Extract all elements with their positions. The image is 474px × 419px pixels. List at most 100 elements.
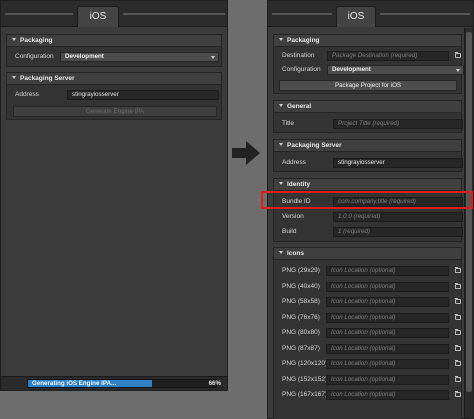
configuration-row: Configuration Development bbox=[274, 64, 464, 76]
tab-ios[interactable]: iOS bbox=[336, 6, 376, 27]
icon-size-label: PNG (58x58) bbox=[282, 298, 320, 305]
packaging-server-section: Packaging Server Address stingrayiosserv… bbox=[273, 139, 463, 172]
icon-row: PNG (80x80) Icon Location (optional) bbox=[274, 327, 461, 339]
progress-percent: 66% bbox=[208, 380, 221, 387]
status-bar: Generating iOS Engine IPA... 66% bbox=[1, 376, 227, 390]
folder-icon[interactable] bbox=[455, 391, 461, 397]
configuration-select[interactable]: Development bbox=[60, 52, 219, 62]
right-ios-panel: iOS Packaging Destination Package Destin… bbox=[267, 0, 474, 419]
folder-icon[interactable] bbox=[455, 375, 461, 382]
icon-size-label: PNG (120x120) bbox=[282, 360, 328, 367]
version-label: Version bbox=[282, 213, 304, 220]
folder-icon[interactable] bbox=[455, 52, 461, 58]
packaging-server-header[interactable]: Packaging Server bbox=[7, 73, 221, 85]
folder-icon[interactable] bbox=[455, 282, 461, 289]
folder-icon[interactable] bbox=[455, 298, 461, 304]
generate-engine-ipa-button[interactable]: Generate Engine IPA bbox=[13, 106, 217, 117]
folder-icon[interactable] bbox=[455, 329, 461, 335]
bundle-id-highlight bbox=[261, 191, 473, 209]
address-row: Address stingrayiosserver bbox=[274, 157, 463, 169]
tab-ios[interactable]: iOS bbox=[77, 6, 119, 27]
folder-icon[interactable] bbox=[455, 344, 461, 351]
icon-row: PNG (167x167) Icon Location (optional) bbox=[274, 389, 461, 401]
icon-size-label: PNG (152x152) bbox=[282, 375, 328, 383]
icon-size-label: PNG (167x167) bbox=[282, 391, 328, 398]
packaging-section: Packaging Destination Package Destinatio… bbox=[273, 34, 464, 94]
icon-location-input[interactable]: Icon Location (optional) bbox=[326, 312, 449, 323]
vertical-scrollbar[interactable] bbox=[464, 28, 473, 418]
chevron-down-icon bbox=[12, 38, 16, 41]
chevron-down-icon bbox=[12, 76, 16, 79]
icon-size-label: PNG (29x29) bbox=[282, 267, 320, 274]
title-input[interactable]: Project Title (required) bbox=[333, 119, 463, 129]
icon-location-input[interactable]: Icon Location (optional) bbox=[326, 266, 449, 276]
tab-strip: iOS bbox=[1, 1, 227, 27]
progress-bar: Generating iOS Engine IPA... bbox=[27, 379, 217, 388]
tab-strip: iOS bbox=[268, 1, 473, 27]
icon-row: PNG (87x87) Icon Location (optional) bbox=[274, 343, 461, 355]
icon-size-label: PNG (80x80) bbox=[282, 329, 320, 336]
icon-row: PNG (58x58) Icon Location (optional) bbox=[274, 296, 461, 308]
folder-icon[interactable] bbox=[455, 267, 461, 273]
address-field[interactable]: stingrayiosserver bbox=[333, 158, 463, 168]
title-label: Title bbox=[282, 120, 295, 127]
build-label: Build bbox=[282, 228, 297, 235]
address-field[interactable]: stingrayiosserver bbox=[67, 90, 219, 100]
identity-header[interactable]: Identity bbox=[274, 179, 461, 191]
destination-label: Destination bbox=[282, 52, 315, 59]
icon-location-input[interactable]: Icon Location (optional) bbox=[326, 390, 449, 400]
general-section: General Title Project Title (required) bbox=[273, 100, 463, 133]
address-label: Address bbox=[282, 159, 306, 166]
general-header[interactable]: General bbox=[274, 101, 461, 113]
icon-location-input[interactable]: Icon Location (optional) bbox=[326, 343, 449, 354]
chevron-down-icon bbox=[279, 143, 283, 146]
packaging-header[interactable]: Packaging bbox=[274, 35, 461, 47]
version-input[interactable]: 1.0.0 (required) bbox=[333, 212, 463, 222]
folder-icon[interactable] bbox=[455, 360, 461, 366]
chevron-down-icon bbox=[279, 182, 283, 185]
chevron-down-icon bbox=[456, 69, 460, 72]
right-arrow-icon bbox=[232, 141, 260, 165]
chevron-down-icon bbox=[211, 56, 215, 59]
left-ios-panel: iOS Packaging Configuration Development … bbox=[0, 0, 228, 391]
icon-size-label: PNG (40x40) bbox=[282, 282, 320, 290]
icons-header[interactable]: Icons bbox=[274, 248, 461, 260]
destination-row: Destination Package Destination (require… bbox=[274, 50, 461, 62]
package-project-button[interactable]: Package Project for iOS bbox=[279, 80, 457, 91]
title-row: Title Project Title (required) bbox=[274, 118, 463, 130]
icon-row: PNG (76x76) Icon Location (optional) bbox=[274, 312, 461, 324]
icon-row: PNG (29x29) Icon Location (optional) bbox=[274, 265, 461, 277]
destination-input[interactable]: Package Destination (required) bbox=[327, 51, 449, 61]
chevron-down-icon bbox=[279, 104, 283, 107]
icon-row: PNG (152x152) Icon Location (optional) bbox=[274, 374, 461, 386]
chevron-down-icon bbox=[279, 251, 283, 254]
chevron-down-icon bbox=[279, 38, 283, 41]
packaging-server-header[interactable]: Packaging Server bbox=[274, 140, 461, 152]
configuration-label: Configuration bbox=[15, 53, 54, 60]
progress-text: Generating iOS Engine IPA... bbox=[32, 380, 117, 387]
icon-location-input[interactable]: Icon Location (optional) bbox=[326, 328, 449, 338]
address-row: Address stingrayiosserver bbox=[7, 89, 221, 101]
packaging-header[interactable]: Packaging bbox=[7, 35, 221, 47]
icon-location-input[interactable]: Icon Location (optional) bbox=[326, 374, 449, 385]
configuration-label: Configuration bbox=[282, 66, 321, 73]
build-row: Build 1 (required) bbox=[274, 226, 463, 238]
folder-icon[interactable] bbox=[455, 313, 461, 320]
build-input[interactable]: 1 (required) bbox=[333, 227, 463, 237]
version-row: Version 1.0.0 (required) bbox=[274, 211, 463, 223]
packaging-server-section: Packaging Server Address stingrayiosserv… bbox=[6, 72, 222, 120]
configuration-select[interactable]: Development bbox=[327, 65, 464, 75]
icon-size-label: PNG (76x76) bbox=[282, 313, 320, 321]
icon-row: PNG (120x120) Icon Location (optional) bbox=[274, 358, 461, 370]
icon-row: PNG (40x40) Icon Location (optional) bbox=[274, 281, 461, 293]
identity-section: Identity Bundle ID com.company.title (re… bbox=[273, 178, 463, 242]
scrollbar-thumb[interactable] bbox=[466, 32, 472, 392]
address-label: Address bbox=[15, 91, 39, 98]
icon-location-input[interactable]: Icon Location (optional) bbox=[326, 281, 449, 292]
icon-size-label: PNG (87x87) bbox=[282, 344, 320, 352]
packaging-section: Packaging Configuration Development bbox=[6, 34, 222, 67]
icon-location-input[interactable]: Icon Location (optional) bbox=[326, 359, 449, 369]
icons-section: Icons PNG (29x29) Icon Location (optional… bbox=[273, 247, 462, 419]
configuration-row: Configuration Development bbox=[7, 51, 221, 63]
icon-location-input[interactable]: Icon Location (optional) bbox=[326, 297, 449, 307]
